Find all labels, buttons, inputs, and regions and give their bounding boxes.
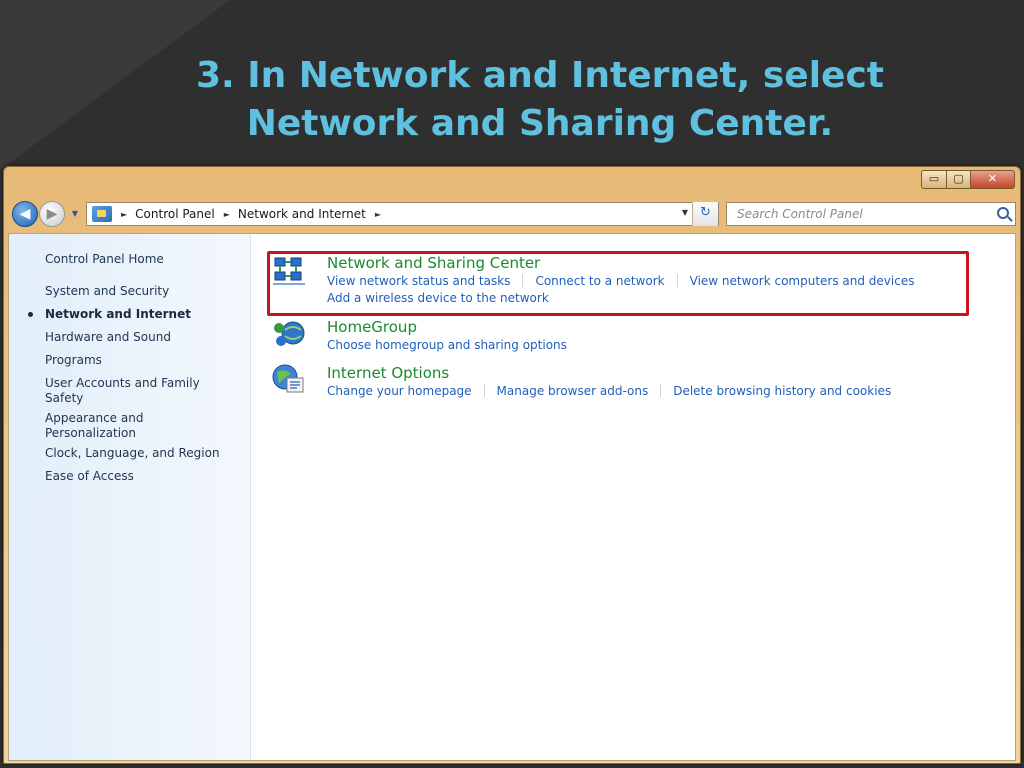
homegroup-link[interactable]: HomeGroup <box>327 318 417 336</box>
breadcrumb-network-and-internet[interactable]: Network and Internet <box>238 207 366 221</box>
slide-title: 3. In Network and Internet, select Netwo… <box>0 52 1024 148</box>
breadcrumb-separator-icon: ► <box>121 209 128 219</box>
maximize-button[interactable]: ▢ <box>947 170 971 189</box>
search-icon[interactable] <box>997 207 1009 219</box>
control-panel-icon <box>92 206 112 222</box>
link-divider <box>660 384 662 397</box>
link-divider <box>483 384 485 397</box>
sidebar-item-network-and-internet[interactable]: Network and Internet <box>45 307 245 322</box>
delete-browsing-history-link[interactable]: Delete browsing history and cookies <box>673 384 891 398</box>
homegroup-sharing-options-link[interactable]: Choose homegroup and sharing options <box>327 338 567 352</box>
control-panel-window: ▭ ▢ ✕ ◀ ▶ ▼ ► Control Panel ► Network an… <box>3 166 1021 764</box>
change-homepage-link[interactable]: Change your homepage <box>327 384 472 398</box>
chevron-down-icon: ▼ <box>71 209 79 218</box>
sidebar-item-hardware-and-sound[interactable]: Hardware and Sound <box>45 330 245 345</box>
navigation-bar: ◀ ▶ ▼ ► Control Panel ► Network and Inte… <box>8 198 1016 228</box>
search-input[interactable] <box>727 203 982 225</box>
sidebar: Control Panel Home System and Security N… <box>9 234 251 760</box>
sidebar-item-system-and-security[interactable]: System and Security <box>45 284 245 299</box>
arrow-right-icon: ▶ <box>46 206 58 222</box>
close-button[interactable]: ✕ <box>971 170 1015 189</box>
internet-options-icon[interactable] <box>271 362 307 396</box>
slide-title-line-1: 3. In Network and Internet, select <box>195 55 885 96</box>
recent-pages-button[interactable]: ▼ <box>68 204 82 224</box>
slide-title-line-2: Network and Sharing Center. <box>246 103 834 144</box>
internet-options-link[interactable]: Internet Options <box>327 364 449 382</box>
address-bar[interactable]: ► Control Panel ► Network and Internet ►… <box>86 202 719 226</box>
sidebar-item-clock-language-region[interactable]: Clock, Language, and Region <box>45 446 245 461</box>
refresh-icon: ↻ <box>700 205 711 220</box>
homegroup-icon[interactable] <box>271 316 307 350</box>
forward-button[interactable]: ▶ <box>39 201 65 227</box>
manage-browser-addons-link[interactable]: Manage browser add-ons <box>497 384 649 398</box>
sidebar-item-user-accounts[interactable]: User Accounts and Family Safety <box>45 376 225 406</box>
sidebar-item-programs[interactable]: Programs <box>45 353 245 368</box>
back-button[interactable]: ◀ <box>12 201 38 227</box>
arrow-left-icon: ◀ <box>19 206 31 222</box>
active-bullet-icon <box>28 312 33 317</box>
highlight-box <box>267 251 969 316</box>
sidebar-item-ease-of-access[interactable]: Ease of Access <box>45 469 245 484</box>
address-dropdown-icon[interactable]: ▼ <box>682 208 688 217</box>
refresh-button[interactable]: ↻ <box>692 202 718 226</box>
window-controls: ▭ ▢ ✕ <box>921 170 1015 189</box>
breadcrumb-separator-icon[interactable]: ► <box>375 210 381 219</box>
sidebar-item-appearance[interactable]: Appearance and Personalization <box>45 411 175 441</box>
search-box <box>726 202 1016 226</box>
sidebar-item-control-panel-home[interactable]: Control Panel Home <box>45 252 245 267</box>
homegroup-links-row: Choose homegroup and sharing options <box>327 338 567 352</box>
breadcrumb-separator-icon[interactable]: ► <box>224 210 230 219</box>
internet-options-links-row: Change your homepage Manage browser add-o… <box>327 384 891 398</box>
minimize-button[interactable]: ▭ <box>921 170 947 189</box>
breadcrumb-control-panel[interactable]: Control Panel <box>135 207 215 221</box>
content-area: Control Panel Home System and Security N… <box>8 233 1016 761</box>
